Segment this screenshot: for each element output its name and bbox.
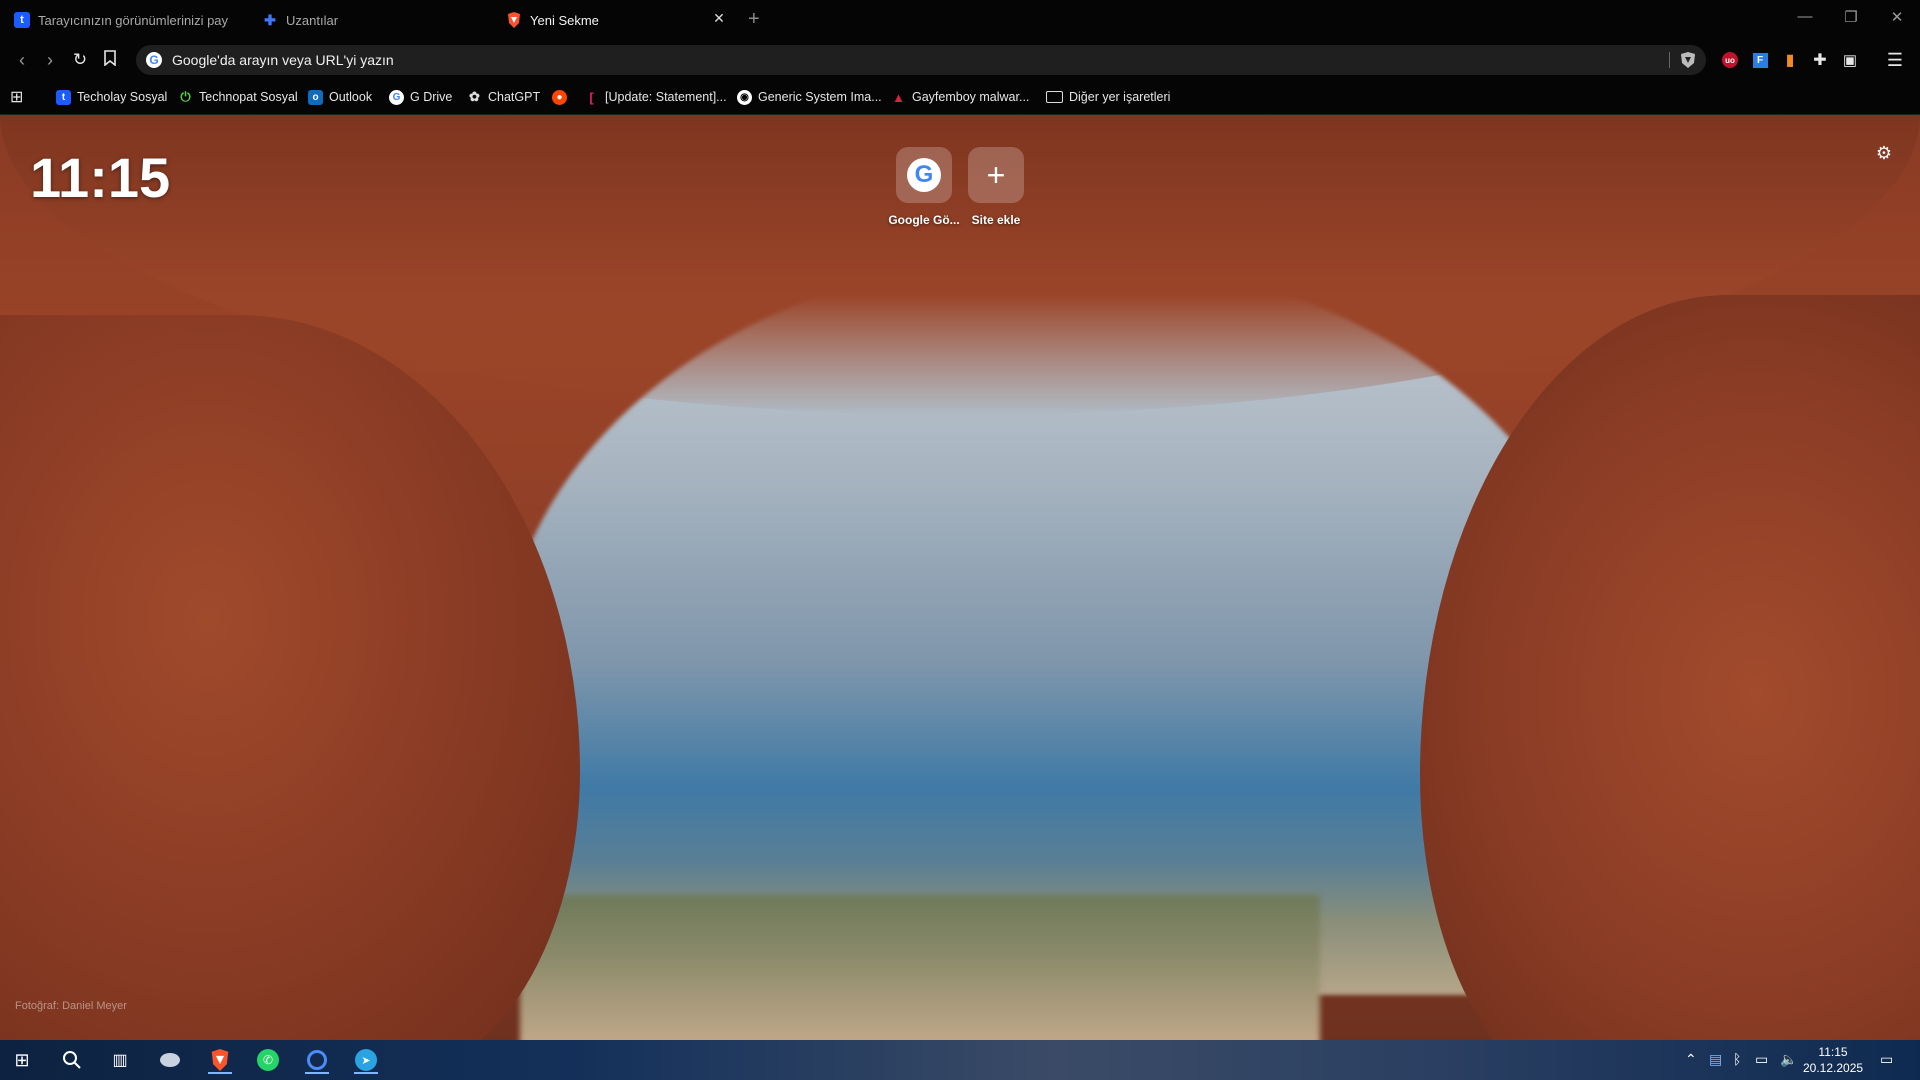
techolay-icon: t — [14, 12, 30, 28]
brave-taskbar-icon[interactable] — [206, 1046, 234, 1074]
bookmark-label: Gayfemboy malwar... — [912, 90, 1030, 104]
brave-icon — [506, 12, 522, 28]
puzzle-icon[interactable]: ✚ — [1810, 50, 1830, 70]
reload-icon[interactable]: ↻ — [68, 48, 92, 72]
network-icon[interactable]: ▭ — [1755, 1051, 1768, 1068]
back-icon[interactable]: ‹ — [10, 48, 34, 72]
bookmark-update-statement[interactable]: [ [Update: Statement]... — [584, 88, 727, 106]
bookmark-label: Outlook — [329, 90, 373, 104]
taskbar: ⊞ ▥ ✆ ➤ ⌃ ▤ ᛒ ▭ 🔈 11:15 20.12.2025 ▭ — [0, 1040, 1920, 1080]
bookmark-label: Diğer yer işaretleri — [1069, 90, 1171, 104]
forward-icon[interactable]: › — [38, 48, 62, 72]
search-icon[interactable] — [58, 1046, 86, 1074]
bookmark-label: Technopat Sosyal — [199, 90, 298, 104]
ublock-icon[interactable]: uo — [1720, 50, 1740, 70]
gear-icon[interactable]: ⚙ — [1876, 143, 1892, 164]
background-rock-left — [0, 315, 580, 1040]
github-icon: ◉ — [737, 89, 752, 105]
tab-label: Yeni Sekme — [530, 12, 599, 28]
outlook-icon: o — [308, 89, 323, 105]
tab-techolay[interactable]: t Tarayıcınızın görünümlerinizi paylaşın — [14, 6, 232, 34]
techolay-icon: t — [56, 89, 71, 105]
tab-extensions[interactable]: ✚ Uzantılar — [262, 6, 462, 34]
divider — [1669, 52, 1670, 68]
active-indicator — [208, 1072, 232, 1074]
google-icon: G — [907, 158, 941, 192]
bookmark-label: G Drive — [410, 90, 453, 104]
puzzle-icon: ✚ — [264, 11, 276, 28]
background-rock-right — [1420, 295, 1920, 1040]
reddit-icon: ● — [552, 89, 567, 105]
close-icon[interactable]: ✕ — [710, 10, 728, 27]
tab-label: Uzantılar — [286, 12, 339, 28]
cloud-icon: ▲ — [892, 89, 905, 105]
power-icon: ⏻ — [180, 89, 191, 104]
bookmarks-bar: ⊞ t Techolay Sosyal ⏻ Technopat Sosyal o… — [0, 80, 1920, 115]
wallet-icon[interactable]: ▣ — [1840, 50, 1860, 70]
system-clock[interactable]: 11:15 20.12.2025 — [1803, 1044, 1863, 1076]
bookmark-github[interactable]: ◉ Generic System Ima... — [737, 88, 882, 106]
active-indicator — [354, 1072, 378, 1074]
tile-label: Google Gö... — [888, 213, 960, 227]
add-site-button[interactable]: + Site ekle — [956, 147, 1036, 227]
menu-icon[interactable]: ☰ — [1885, 50, 1905, 70]
bookmark-label: Generic System Ima... — [758, 90, 882, 104]
bluetooth-icon[interactable]: ᛒ — [1733, 1051, 1741, 1067]
new-tab-page: 11:15 G Google Gö... + Site ekle ⚙ Fotoğ… — [0, 115, 1920, 1040]
bookmark-technopat[interactable]: ⏻ Technopat Sosyal — [178, 88, 298, 106]
app-icon[interactable] — [156, 1046, 184, 1074]
openai-icon: ✿ — [469, 89, 480, 104]
bitwarden-icon[interactable]: F — [1750, 50, 1770, 70]
windows-start-icon[interactable]: ⊞ — [8, 1046, 36, 1074]
bookmark-reddit[interactable]: ● — [552, 88, 573, 106]
tab-label: Tarayıcınızın görünümlerinizi paylaşın — [38, 12, 228, 28]
bracket-icon: [ — [589, 89, 594, 105]
bookmark-icon[interactable] — [98, 48, 122, 72]
bookmark-outlook[interactable]: o Outlook — [308, 88, 372, 106]
tile-label: Site ekle — [971, 213, 1021, 227]
plus-icon: + — [986, 156, 1006, 193]
google-icon: G — [146, 52, 162, 68]
photo-credit: Fotoğraf: Daniel Meyer — [15, 1000, 127, 1012]
task-view-icon[interactable]: ▥ — [106, 1046, 134, 1074]
whatsapp-icon[interactable]: ✆ — [254, 1046, 282, 1074]
window-close-icon[interactable]: ✕ — [1882, 8, 1912, 26]
bookmark-chatgpt[interactable]: ✿ ChatGPT — [467, 88, 540, 106]
minimize-icon[interactable]: — — [1790, 8, 1820, 25]
tab-strip: t Tarayıcınızın görünümlerinizi paylaşın… — [0, 0, 1920, 40]
bookmark-label: ChatGPT — [488, 90, 541, 104]
google-icon: G — [389, 89, 404, 105]
new-tab-clock: 11:15 — [30, 146, 171, 209]
system-date: 20.12.2025 — [1803, 1061, 1864, 1075]
bookmark-gdrive[interactable]: G G Drive — [389, 88, 452, 106]
new-tab-button[interactable]: + — [748, 8, 760, 31]
bookmark-label: Techolay Sosyal — [77, 90, 168, 104]
top-site-google[interactable]: G Google Gö... — [884, 147, 964, 227]
bookmark-label: [Update: Statement]... — [605, 90, 727, 104]
tile-box: G — [896, 147, 952, 203]
address-bar[interactable]: G Google'da arayın veya URL'yi yazın — [136, 45, 1706, 75]
toolbar: ‹ › ↻ G Google'da arayın veya URL'yi yaz… — [0, 40, 1920, 80]
background-ground — [520, 895, 1320, 1040]
tray-app-icon[interactable]: ▤ — [1709, 1051, 1722, 1068]
bookmark-other-folder[interactable]: Diğer yer işaretleri — [1046, 88, 1170, 106]
tab-new-tab[interactable]: Yeni Sekme ✕ — [506, 6, 728, 34]
trash-extension-icon[interactable]: ▮ — [1780, 50, 1800, 70]
volume-icon[interactable]: 🔈 — [1780, 1051, 1797, 1068]
system-time: 11:15 — [1818, 1045, 1848, 1059]
restore-icon[interactable]: ❐ — [1836, 8, 1866, 26]
tile-box: + — [968, 147, 1024, 203]
chevron-up-icon[interactable]: ⌃ — [1685, 1051, 1697, 1068]
notification-icon[interactable]: ▭ — [1880, 1051, 1893, 1068]
folder-icon — [1046, 91, 1063, 103]
address-input[interactable]: Google'da arayın veya URL'yi yazın — [172, 52, 394, 68]
telegram-icon[interactable]: ➤ — [352, 1046, 380, 1074]
apps-grid-icon[interactable]: ⊞ — [10, 88, 23, 106]
active-indicator — [305, 1072, 329, 1074]
bookmark-gayfemboy[interactable]: ▲ Gayfemboy malwar... — [891, 88, 1029, 106]
browser-icon[interactable] — [303, 1046, 331, 1074]
bookmark-techolay[interactable]: t Techolay Sosyal — [56, 88, 167, 106]
brave-shields-icon[interactable] — [1680, 51, 1696, 69]
